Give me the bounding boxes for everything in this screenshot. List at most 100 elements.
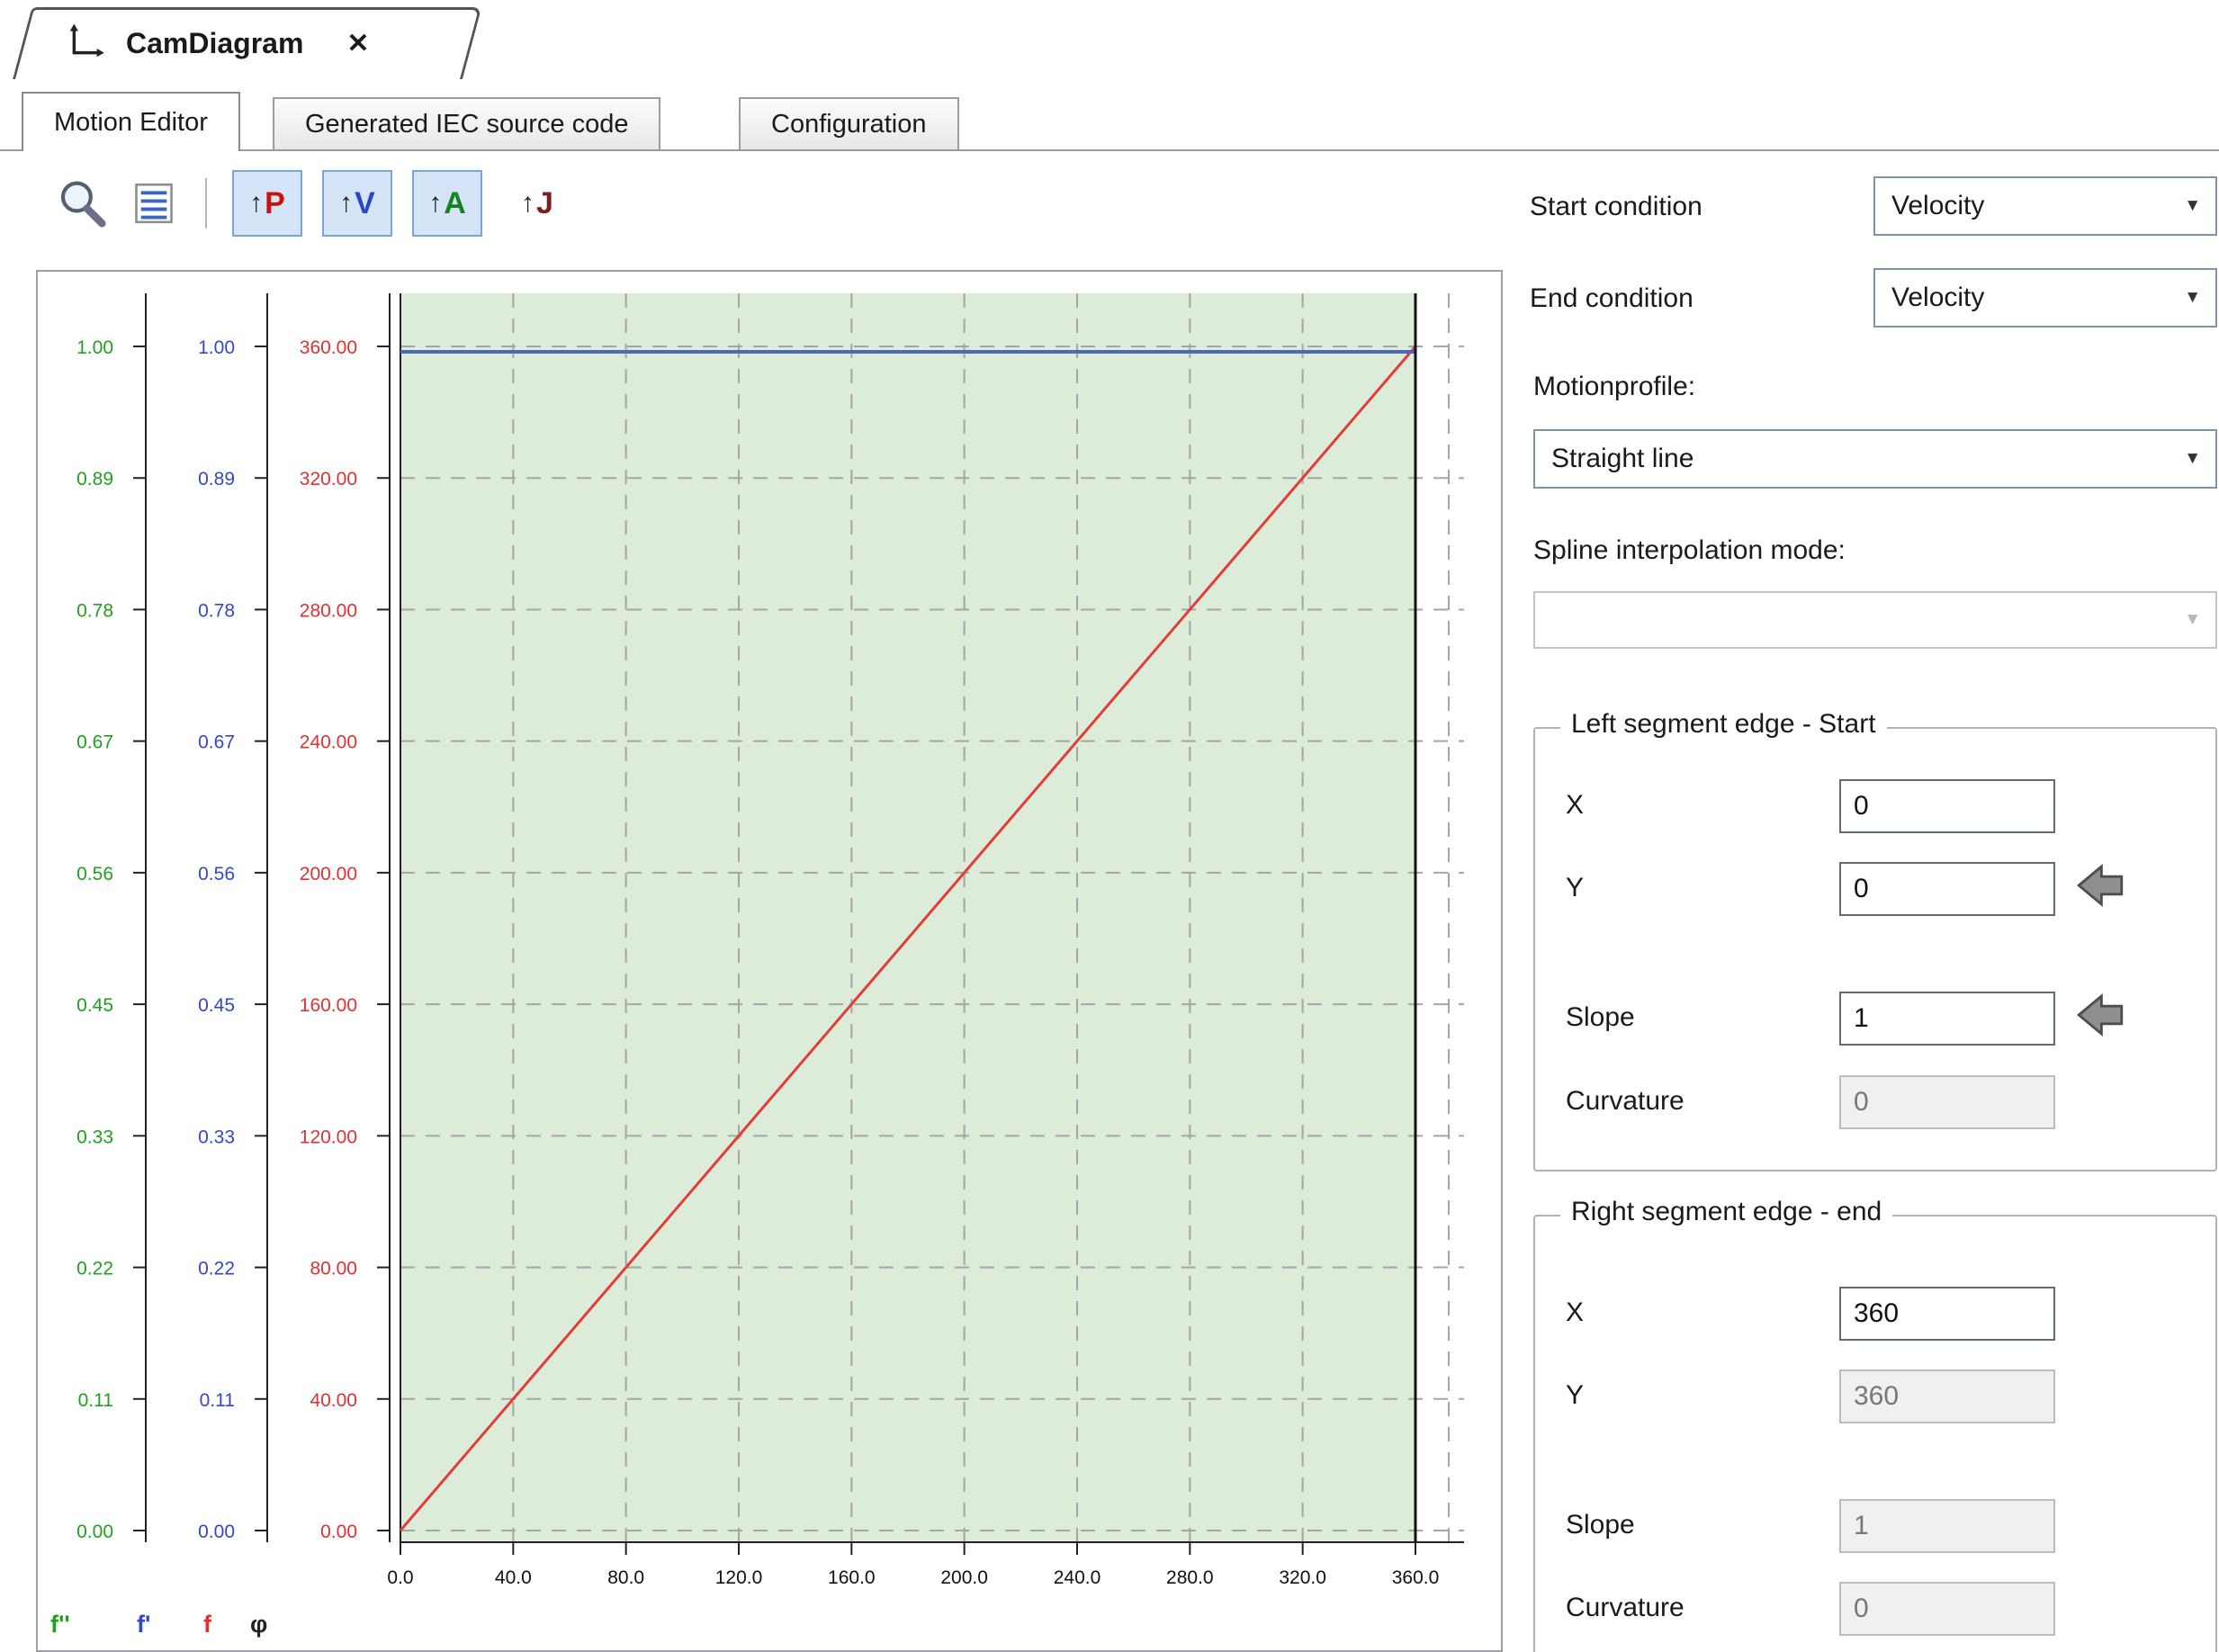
left-segment-group: Left segment edge - Start X Y Slope Curv…: [1533, 727, 2217, 1172]
svg-text:240.0: 240.0: [1054, 1567, 1101, 1588]
tab-bar-underline: [0, 149, 2219, 151]
chevron-down-icon: ▼: [2184, 610, 2201, 630]
svg-text:280.00: 280.00: [300, 600, 357, 621]
left-y-input[interactable]: [1839, 862, 2055, 916]
svg-text:360.0: 360.0: [1392, 1567, 1440, 1588]
svg-text:0.0: 0.0: [387, 1567, 413, 1588]
tab-generated-iec-source-code[interactable]: Generated IEC source code: [273, 97, 660, 149]
svg-text:280.0: 280.0: [1166, 1567, 1214, 1588]
svg-text:f: f: [203, 1611, 212, 1638]
motion-chart[interactable]: 1.000.890.780.670.560.450.330.220.110.00…: [36, 270, 1503, 1652]
motionprofile-value: Straight line: [1551, 444, 1693, 474]
right-slope-input: [1839, 1499, 2055, 1553]
start-condition-select[interactable]: Velocity ▼: [1873, 176, 2217, 236]
svg-text:1.00: 1.00: [198, 337, 235, 358]
svg-text:0.89: 0.89: [198, 469, 235, 489]
toggle-acceleration-button[interactable]: ↑ A: [412, 170, 482, 237]
svg-text:0.00: 0.00: [198, 1522, 235, 1542]
right-curvature-input: [1839, 1582, 2055, 1636]
svg-text:320.0: 320.0: [1279, 1567, 1326, 1588]
close-icon[interactable]: ✕: [346, 28, 369, 59]
svg-text:0.56: 0.56: [76, 864, 113, 884]
svg-text:0.00: 0.00: [76, 1522, 113, 1542]
svg-text:200.0: 200.0: [940, 1567, 988, 1588]
svg-text:f': f': [137, 1611, 150, 1638]
right-segment-group: Right segment edge - end X Y Slope Curva…: [1533, 1215, 2217, 1652]
cam-plot-canvas[interactable]: 1.000.890.780.670.560.450.330.220.110.00…: [38, 272, 1501, 1650]
cam-axes-icon: [65, 21, 106, 67]
up-arrow-icon: ↑: [249, 188, 263, 219]
left-x-input[interactable]: [1839, 779, 2055, 833]
svg-text:80.00: 80.00: [310, 1259, 357, 1279]
svg-text:0.33: 0.33: [198, 1127, 235, 1147]
position-letter: P: [265, 186, 285, 221]
left-curvature-label: Curvature: [1566, 1086, 1684, 1117]
velocity-letter: V: [355, 186, 375, 221]
right-segment-group-title: Right segment edge - end: [1560, 1197, 1892, 1227]
document-tab-camdiagram[interactable]: CamDiagram ✕: [13, 7, 463, 79]
svg-text:40.0: 40.0: [495, 1567, 532, 1588]
cam-diagram-window: CamDiagram ✕ Motion Editor Generated IEC…: [0, 0, 2219, 1652]
left-curvature-input: [1839, 1075, 2055, 1129]
svg-text:160.00: 160.00: [300, 995, 357, 1016]
up-arrow-icon: ↑: [521, 188, 535, 219]
end-condition-value: Velocity: [1891, 283, 1984, 313]
chevron-down-icon: ▼: [2184, 288, 2201, 308]
svg-text:0.78: 0.78: [198, 600, 235, 621]
toggle-velocity-button[interactable]: ↑ V: [322, 170, 392, 237]
end-condition-select[interactable]: Velocity ▼: [1873, 268, 2217, 328]
svg-text:160.0: 160.0: [828, 1567, 876, 1588]
motion-editor-toolbar: ↑ P ↑ V ↑ A ↑ J: [36, 166, 1503, 241]
left-y-label: Y: [1566, 873, 1584, 903]
svg-text:0.67: 0.67: [198, 732, 235, 753]
right-x-label: X: [1566, 1297, 1584, 1328]
chevron-down-icon: ▼: [2184, 449, 2201, 469]
left-x-label: X: [1566, 790, 1584, 821]
svg-text:120.0: 120.0: [715, 1567, 763, 1588]
svg-text:0.22: 0.22: [198, 1259, 235, 1279]
tab-motion-editor[interactable]: Motion Editor: [22, 92, 240, 151]
svg-text:120.00: 120.00: [300, 1127, 357, 1147]
svg-text:1.00: 1.00: [76, 337, 113, 358]
right-y-label: Y: [1566, 1380, 1584, 1411]
left-y-apply-arrow-icon[interactable]: [2075, 860, 2125, 911]
acceleration-letter: A: [444, 186, 466, 221]
svg-text:0.11: 0.11: [200, 1390, 235, 1411]
left-slope-input[interactable]: [1839, 992, 2055, 1046]
table-view-icon[interactable]: [128, 177, 180, 229]
svg-text:80.0: 80.0: [607, 1567, 644, 1588]
svg-text:f'': f'': [50, 1611, 70, 1638]
svg-text:320.00: 320.00: [300, 469, 357, 489]
right-curvature-label: Curvature: [1566, 1593, 1684, 1623]
right-slope-label: Slope: [1566, 1510, 1635, 1540]
svg-text:0.78: 0.78: [76, 600, 113, 621]
toggle-position-button[interactable]: ↑ P: [232, 170, 302, 237]
left-slope-label: Slope: [1566, 1002, 1635, 1033]
svg-text:0.11: 0.11: [78, 1390, 113, 1411]
svg-text:40.00: 40.00: [310, 1390, 357, 1411]
motionprofile-select[interactable]: Straight line ▼: [1533, 429, 2217, 489]
start-condition-label: Start condition: [1530, 192, 1702, 222]
zoom-icon[interactable]: [56, 177, 108, 229]
toggle-jerk-button[interactable]: ↑ J: [502, 170, 572, 237]
chevron-down-icon: ▼: [2184, 196, 2201, 216]
up-arrow-icon: ↑: [339, 188, 353, 219]
svg-text:0.45: 0.45: [198, 995, 235, 1016]
svg-text:0.89: 0.89: [76, 469, 113, 489]
left-slope-apply-arrow-icon[interactable]: [2075, 990, 2125, 1040]
svg-text:360.00: 360.00: [300, 337, 357, 358]
end-condition-label: End condition: [1530, 283, 1693, 314]
tab-configuration[interactable]: Configuration: [739, 97, 959, 149]
right-y-input: [1839, 1369, 2055, 1423]
spline-mode-label: Spline interpolation mode:: [1533, 535, 1846, 566]
up-arrow-icon: ↑: [428, 188, 442, 219]
svg-text:φ: φ: [250, 1611, 267, 1638]
right-x-input[interactable]: [1839, 1287, 2055, 1341]
svg-text:0.00: 0.00: [320, 1522, 357, 1542]
svg-text:0.45: 0.45: [76, 995, 113, 1016]
start-condition-value: Velocity: [1891, 191, 1984, 221]
jerk-letter: J: [536, 186, 553, 221]
svg-text:0.56: 0.56: [198, 864, 235, 884]
svg-text:0.22: 0.22: [76, 1259, 113, 1279]
motionprofile-label: Motionprofile:: [1533, 372, 1695, 402]
